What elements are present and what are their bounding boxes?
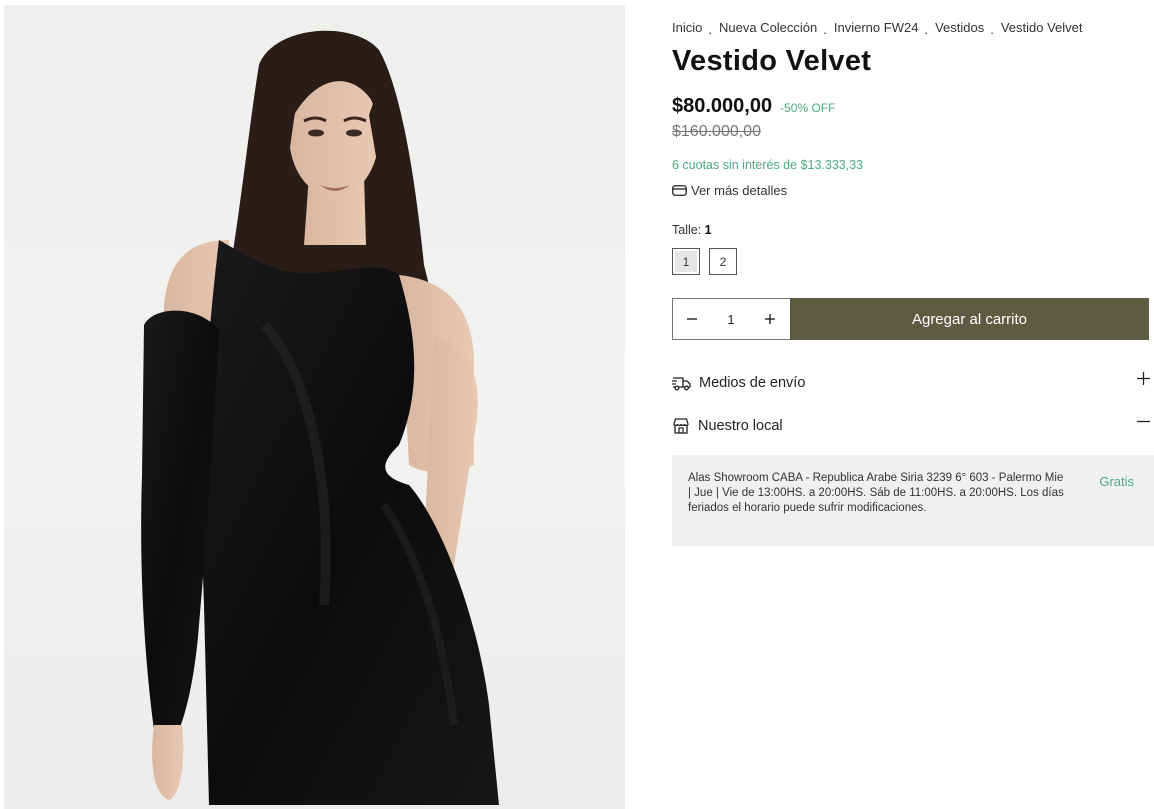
breadcrumb: Inicio. Nueva Colección. Invierno FW24. Ves… [672, 20, 1083, 37]
discount-badge: -50% OFF [780, 101, 836, 115]
store-pickup-price: Gratis [1099, 474, 1134, 489]
size-option-2[interactable]: 2 [709, 248, 737, 275]
size-selected-value: 1 [704, 223, 712, 237]
add-to-cart-button[interactable]: Agregar al carrito [790, 298, 1149, 340]
store-panel: Alas Showroom CABA - Republica Arabe Sir… [672, 455, 1154, 546]
credit-card-icon [672, 185, 687, 196]
buy-row: Agregar al carrito [672, 298, 1149, 340]
breadcrumb-inicio[interactable]: Inicio [672, 20, 702, 35]
plus-icon [765, 314, 775, 324]
store-icon [673, 418, 689, 434]
breadcrumb-nueva-coleccion[interactable]: Nueva Colección [719, 20, 817, 35]
size-label-text: Talle: [672, 223, 702, 237]
store-label: Nuestro local [698, 418, 783, 434]
quantity-increase-button[interactable] [751, 299, 789, 339]
minus-icon [1137, 415, 1150, 433]
compare-price: $160.000,00 [672, 123, 761, 140]
truck-icon [672, 377, 691, 391]
breadcrumb-vestidos[interactable]: Vestidos [935, 20, 984, 35]
minus-icon [687, 318, 697, 320]
breadcrumb-separator: . [990, 22, 994, 37]
shipping-accordion[interactable]: Medios de envío [672, 368, 1154, 398]
model-illustration [141, 30, 499, 805]
breadcrumb-separator: . [823, 22, 827, 37]
more-details-label: Ver más detalles [691, 183, 788, 198]
installments-text: 6 cuotas sin interés de $13.333,33 [672, 158, 864, 172]
size-option-1[interactable]: 1 [672, 248, 700, 275]
store-description: Alas Showroom CABA - Republica Arabe Sir… [688, 472, 1064, 514]
plus-icon [1137, 372, 1150, 390]
breadcrumb-separator: . [924, 22, 929, 37]
product-photo[interactable] [4, 5, 625, 809]
store-accordion[interactable]: Nuestro local [672, 411, 1154, 441]
quantity-input[interactable] [711, 311, 751, 327]
size-label: Talle: 1 [672, 223, 712, 237]
more-details-link[interactable]: Ver más detalles [672, 183, 787, 198]
breadcrumb-separator: . [708, 22, 712, 37]
size-options: 1 2 [672, 248, 737, 275]
breadcrumb-invierno-fw24[interactable]: Invierno FW24 [834, 20, 919, 35]
product-title: Vestido Velvet [672, 45, 872, 77]
quantity-decrease-button[interactable] [673, 299, 711, 339]
product-info: Inicio. Nueva Colección. Invierno FW24. Ves… [672, 0, 1154, 809]
product-price: $80.000,00 [672, 95, 773, 117]
price-row: $80.000,00 -50% OFF [672, 95, 835, 118]
quantity-stepper [672, 298, 790, 340]
shipping-label: Medios de envío [699, 375, 806, 391]
breadcrumb-current: Vestido Velvet [1000, 20, 1083, 35]
